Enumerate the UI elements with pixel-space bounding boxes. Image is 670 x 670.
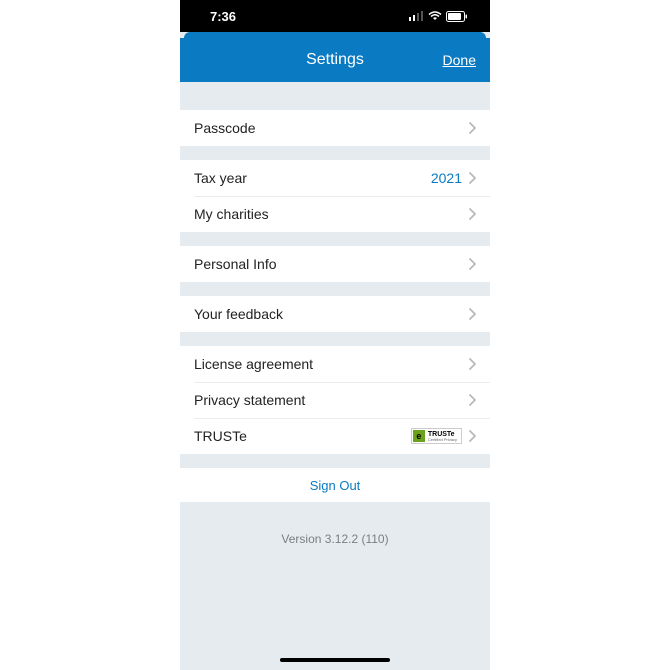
- chevron-right-icon: [468, 258, 476, 270]
- signal-icon: [409, 11, 424, 21]
- section-gap: [180, 282, 490, 296]
- row-feedback[interactable]: Your feedback: [180, 296, 490, 332]
- page-title: Settings: [306, 51, 364, 69]
- row-label: Tax year: [194, 170, 431, 186]
- row-value: 2021: [431, 170, 462, 186]
- truste-text: TRUSTe Certified Privacy: [428, 431, 457, 442]
- chevron-right-icon: [468, 394, 476, 406]
- wifi-icon: [428, 11, 442, 21]
- row-label: Your feedback: [194, 306, 468, 322]
- row-tax-year[interactable]: Tax year 2021: [180, 160, 490, 196]
- status-bar: 7:36: [180, 0, 490, 32]
- section-gap: [180, 82, 490, 110]
- battery-icon: [446, 11, 468, 22]
- group-legal: License agreement Privacy statement TRUS…: [180, 346, 490, 454]
- row-label: Personal Info: [194, 256, 468, 272]
- row-my-charities[interactable]: My charities: [180, 196, 490, 232]
- section-gap: [180, 232, 490, 246]
- chevron-right-icon: [468, 122, 476, 134]
- row-passcode[interactable]: Passcode: [180, 110, 490, 146]
- group-tax: Tax year 2021 My charities: [180, 160, 490, 232]
- app-screen: 7:36 Settings Done Passcode Tax year 202…: [180, 0, 490, 670]
- version-footer: Version 3.12.2 (110): [180, 502, 490, 546]
- row-privacy[interactable]: Privacy statement: [180, 382, 490, 418]
- row-label: My charities: [194, 206, 468, 222]
- row-label: TRUSTe: [194, 428, 411, 444]
- signout-button[interactable]: Sign Out: [180, 468, 490, 502]
- row-label: Privacy statement: [194, 392, 468, 408]
- chevron-right-icon: [468, 308, 476, 320]
- section-gap: [180, 146, 490, 160]
- nav-header: Settings Done: [180, 38, 490, 82]
- home-indicator[interactable]: [280, 658, 390, 662]
- section-gap: [180, 332, 490, 346]
- chevron-right-icon: [468, 358, 476, 370]
- row-personal-info[interactable]: Personal Info: [180, 246, 490, 282]
- version-text: Version 3.12.2 (110): [281, 532, 388, 546]
- truste-badge-icon: e TRUSTe Certified Privacy: [411, 428, 462, 444]
- chevron-right-icon: [468, 208, 476, 220]
- row-label: License agreement: [194, 356, 468, 372]
- group-personal: Personal Info: [180, 246, 490, 282]
- group-security: Passcode: [180, 110, 490, 146]
- signout-label: Sign Out: [310, 478, 361, 493]
- group-feedback: Your feedback: [180, 296, 490, 332]
- status-right: [409, 11, 468, 22]
- section-gap: [180, 454, 490, 468]
- row-label: Passcode: [194, 120, 468, 136]
- row-truste[interactable]: TRUSTe e TRUSTe Certified Privacy: [180, 418, 490, 454]
- done-button[interactable]: Done: [443, 52, 476, 68]
- chevron-right-icon: [468, 430, 476, 442]
- truste-mark-icon: e: [413, 430, 425, 442]
- truste-sub: Certified Privacy: [428, 438, 457, 442]
- row-license[interactable]: License agreement: [180, 346, 490, 382]
- chevron-right-icon: [468, 172, 476, 184]
- status-time: 7:36: [210, 9, 236, 24]
